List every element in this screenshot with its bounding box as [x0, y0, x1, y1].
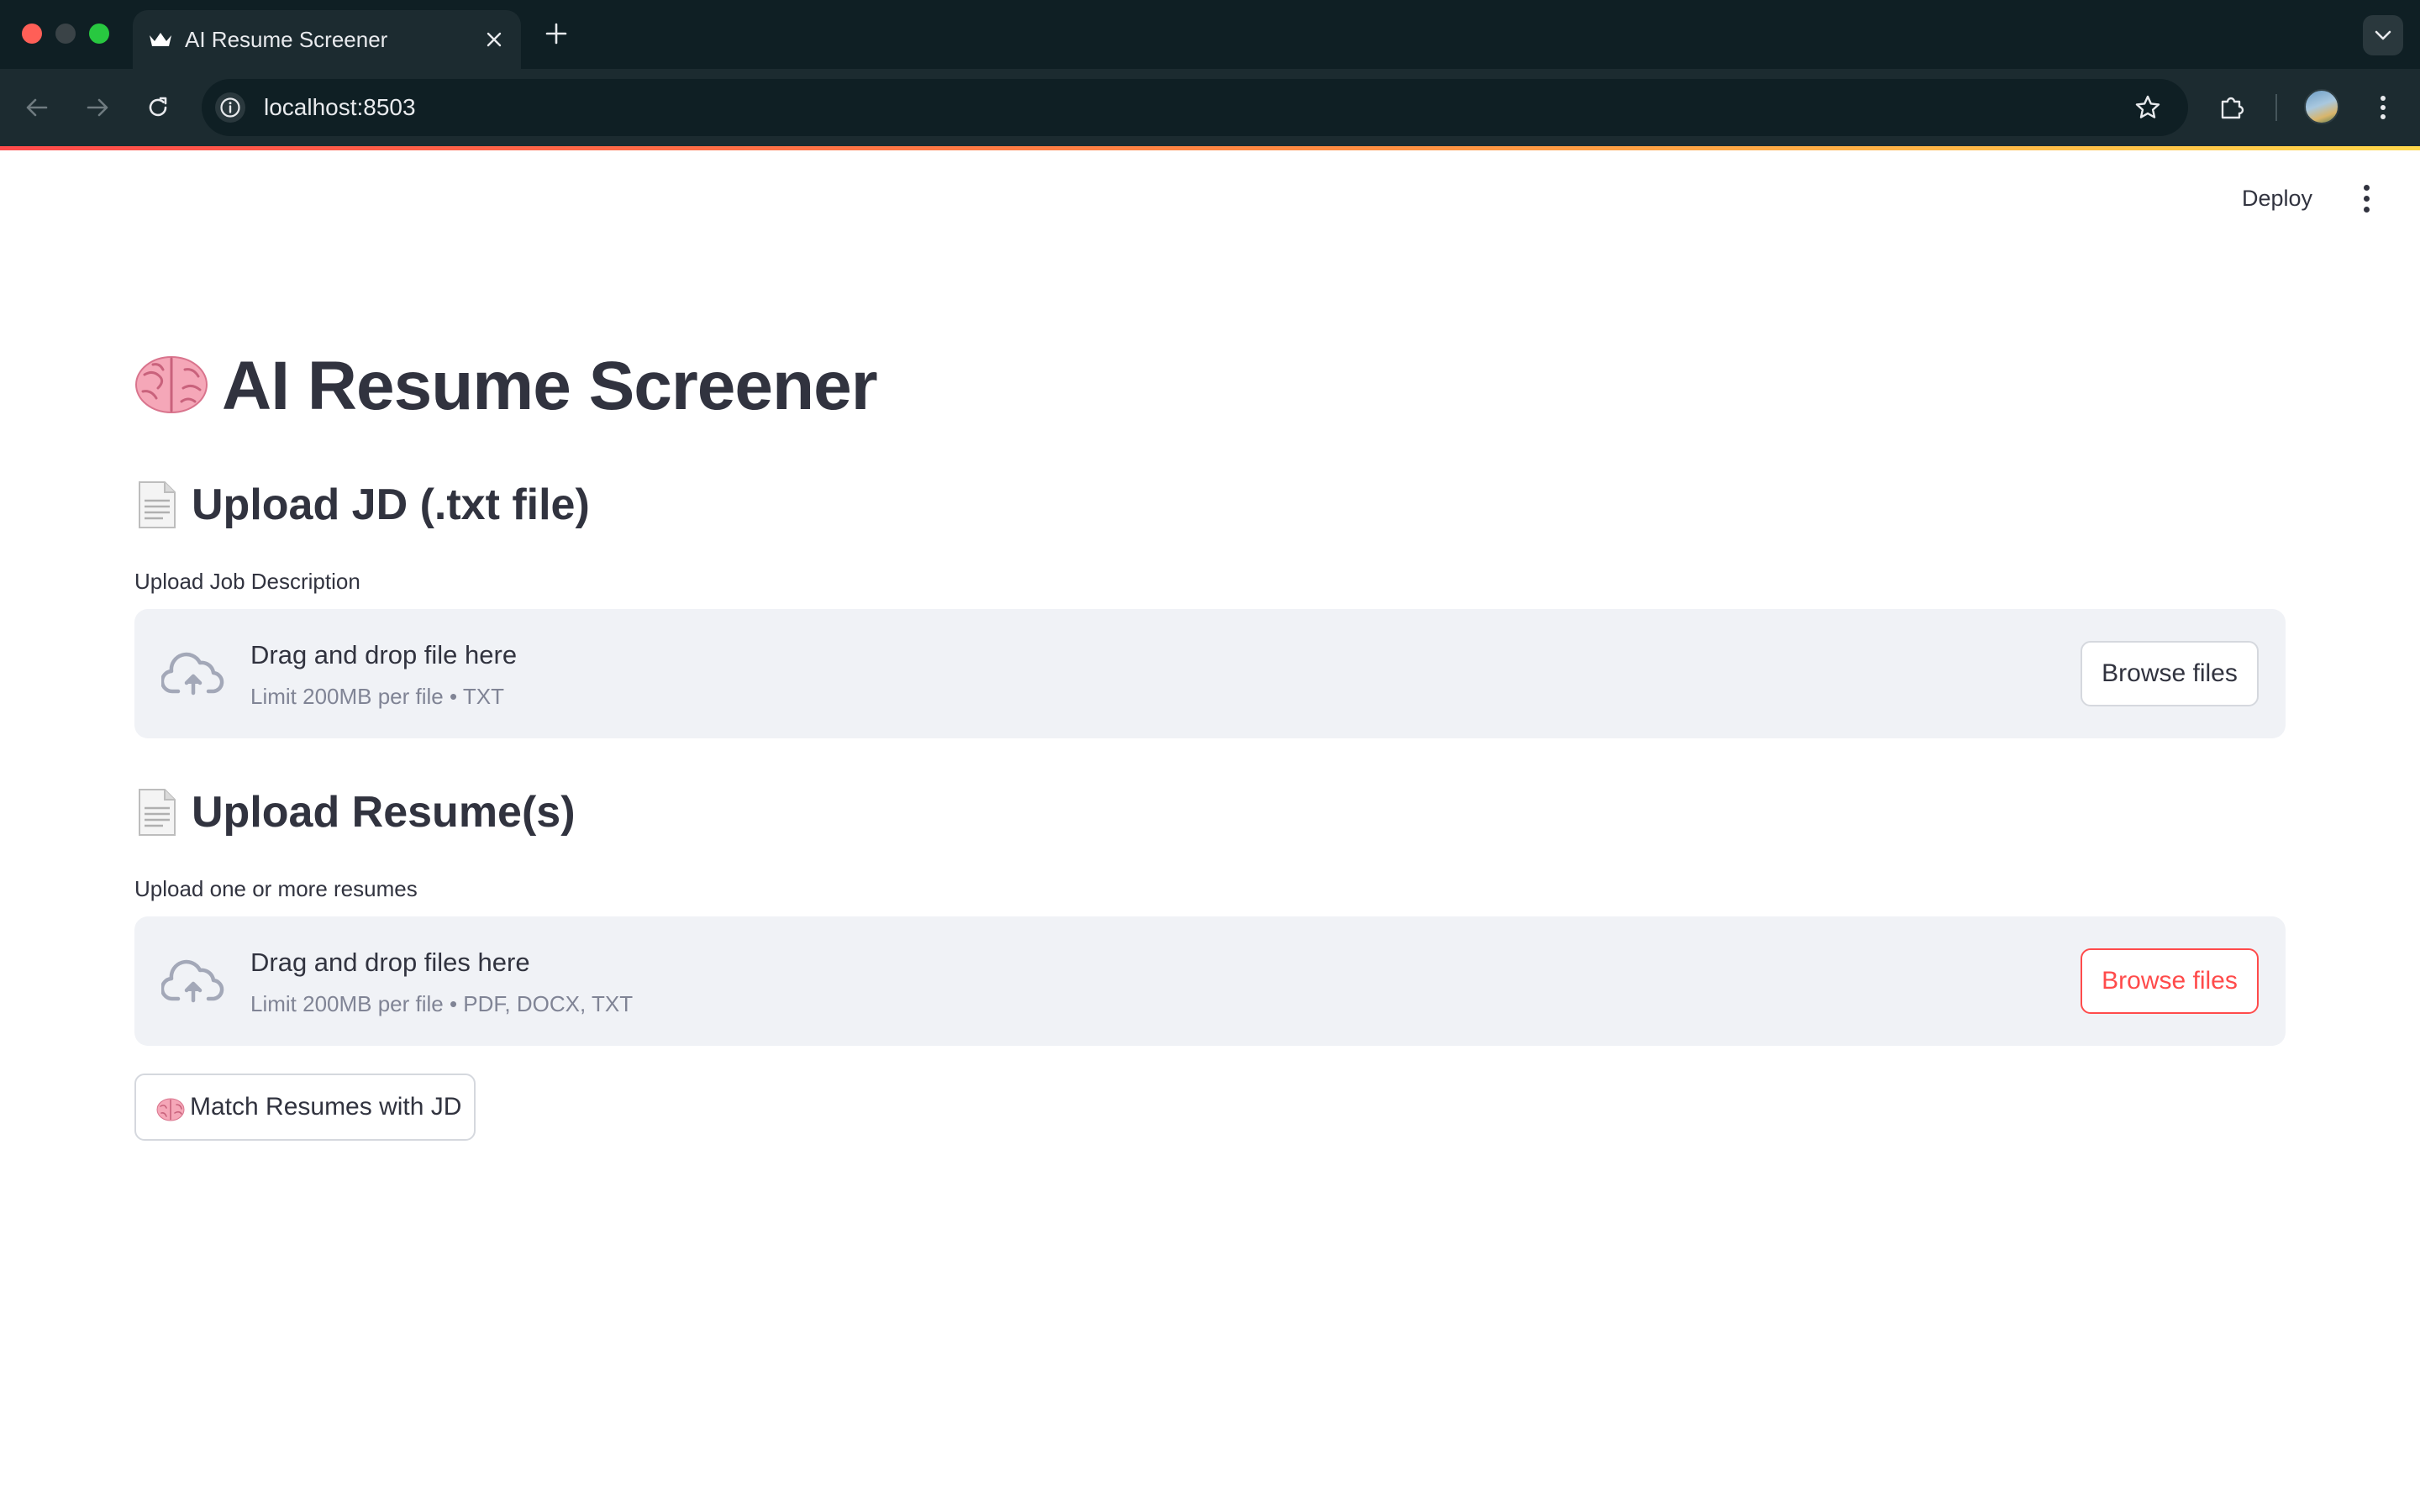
- window-minimize-button[interactable]: [55, 24, 76, 44]
- document-emoji: [139, 481, 176, 528]
- match-button-label: Match Resumes with JD: [190, 1093, 462, 1121]
- star-icon[interactable]: [2133, 92, 2163, 123]
- page-title: AI Resume Screener: [222, 348, 878, 424]
- resume-drop-text: Drag and drop files here: [250, 948, 530, 977]
- jd-dropzone[interactable]: Drag and drop file here Limit 200MB per …: [134, 609, 2286, 738]
- cloud-upload-icon: [161, 959, 224, 1003]
- jd-drop-text: Drag and drop file here: [250, 640, 518, 669]
- jd-browse-button[interactable]: Browse files: [2081, 641, 2259, 706]
- window-close-button[interactable]: [22, 24, 42, 44]
- url-text: localhost:8503: [264, 94, 416, 120]
- deploy-button[interactable]: Deploy: [2242, 180, 2312, 217]
- close-icon[interactable]: [481, 26, 508, 53]
- resume-limit-text: Limit 200MB per file • PDF, DOCX, TXT: [250, 991, 634, 1016]
- document-emoji: [139, 789, 176, 836]
- chevron-down-icon[interactable]: [2363, 15, 2403, 55]
- kebab-menu-icon[interactable]: [2351, 181, 2381, 215]
- toolbar-divider: [2275, 94, 2277, 121]
- browser-tab-active[interactable]: AI Resume Screener: [133, 10, 521, 69]
- streamlit-decoration-bar: [0, 146, 2420, 150]
- cloud-upload-icon: [161, 652, 224, 696]
- match-resumes-button[interactable]: Match Resumes with JD: [134, 1074, 476, 1141]
- resume-browse-button[interactable]: Browse files: [2081, 948, 2259, 1014]
- tab-title: AI Resume Screener: [185, 27, 388, 52]
- jd-field-label: Upload Job Description: [134, 569, 360, 594]
- jd-section-heading: Upload JD (.txt file): [192, 480, 590, 529]
- avatar-icon[interactable]: [2304, 89, 2339, 124]
- brain-emoji: [156, 1098, 185, 1121]
- resume-field-label: Upload one or more resumes: [134, 876, 418, 901]
- kebab-menu-icon[interactable]: [2365, 89, 2402, 126]
- resume-dropzone[interactable]: Drag and drop files here Limit 200MB per…: [134, 916, 2286, 1046]
- address-bar[interactable]: localhost:8503: [202, 79, 2188, 136]
- resume-section-heading: Upload Resume(s): [192, 788, 576, 837]
- puzzle-icon[interactable]: [2213, 89, 2250, 126]
- crown-icon: [148, 27, 173, 52]
- brain-emoji: [135, 356, 208, 413]
- plus-icon[interactable]: [541, 18, 571, 49]
- browser-tabstrip: AI Resume Screener: [0, 0, 2420, 69]
- jd-limit-text: Limit 200MB per file • TXT: [250, 684, 504, 709]
- arrow-right-icon[interactable]: [81, 91, 114, 124]
- info-icon[interactable]: [215, 92, 245, 123]
- window-zoom-button[interactable]: [89, 24, 109, 44]
- arrow-left-icon[interactable]: [20, 91, 54, 124]
- reload-icon[interactable]: [141, 91, 175, 124]
- browser-toolbar: localhost:8503: [0, 69, 2420, 146]
